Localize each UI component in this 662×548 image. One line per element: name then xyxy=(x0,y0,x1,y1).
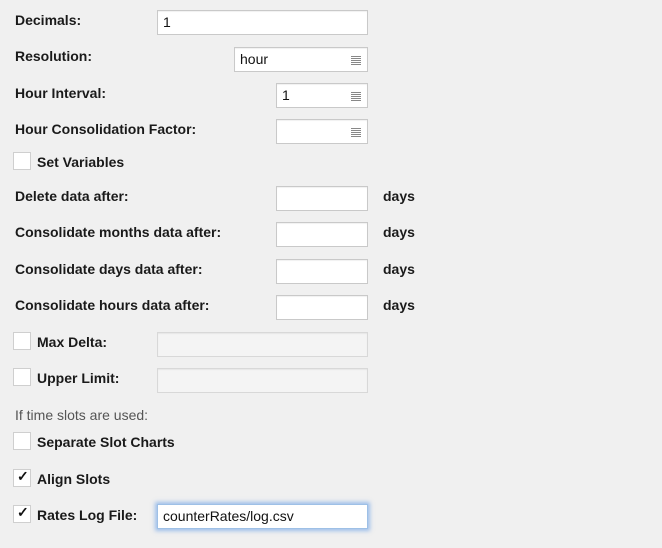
hour-interval-label: Hour Interval: xyxy=(15,85,107,101)
consolidate-months-row: Consolidate months data after: days xyxy=(0,221,662,247)
consolidate-days-row: Consolidate days data after: days xyxy=(0,258,662,284)
resolution-label: Resolution: xyxy=(15,48,92,64)
set-variables-label: Set Variables xyxy=(37,154,125,170)
max-delta-checkbox[interactable] xyxy=(13,332,31,350)
upper-limit-input[interactable] xyxy=(157,368,368,393)
rates-log-file-label: Rates Log File: xyxy=(37,507,138,523)
separate-slot-charts-row: Separate Slot Charts xyxy=(0,431,662,457)
checkmark-icon: ✓ xyxy=(17,504,29,520)
resolution-value: hour xyxy=(240,51,269,67)
consolidate-days-input[interactable] xyxy=(276,259,368,284)
consolidate-months-label: Consolidate months data after: xyxy=(15,224,222,240)
hour-interval-value: 1 xyxy=(282,87,290,103)
delete-data-unit: days xyxy=(383,188,415,204)
consolidate-hours-unit: days xyxy=(383,297,415,313)
decimals-row: Decimals: 1 xyxy=(0,9,662,35)
max-delta-input[interactable] xyxy=(157,332,368,357)
consolidate-days-label: Consolidate days data after: xyxy=(15,261,203,277)
delete-data-input[interactable] xyxy=(276,186,368,211)
hour-interval-select[interactable]: 1 xyxy=(276,83,368,108)
separate-slot-charts-label: Separate Slot Charts xyxy=(37,434,175,450)
upper-limit-row: Upper Limit: xyxy=(0,367,662,393)
delete-data-label: Delete data after: xyxy=(15,188,129,204)
decimals-input[interactable]: 1 xyxy=(157,10,368,35)
set-variables-checkbox[interactable] xyxy=(13,152,31,170)
upper-limit-checkbox[interactable] xyxy=(13,368,31,386)
delete-data-row: Delete data after: days xyxy=(0,185,662,211)
set-variables-row: Set Variables xyxy=(0,151,662,177)
select-lines-icon xyxy=(351,128,361,137)
max-delta-label: Max Delta: xyxy=(37,334,108,350)
consolidate-hours-row: Consolidate hours data after: days xyxy=(0,294,662,320)
decimals-label: Decimals: xyxy=(15,12,82,28)
time-slots-note: If time slots are used: xyxy=(15,407,149,423)
resolution-select[interactable]: hour xyxy=(234,47,368,72)
consolidate-months-unit: days xyxy=(383,224,415,240)
select-lines-icon xyxy=(351,56,361,65)
consolidate-months-input[interactable] xyxy=(276,222,368,247)
hour-consolidation-select[interactable] xyxy=(276,119,368,144)
rates-log-file-checkbox[interactable]: ✓ xyxy=(13,504,31,523)
separate-slot-charts-checkbox[interactable] xyxy=(13,432,31,450)
rates-log-file-input[interactable]: counterRates/log.csv xyxy=(157,504,368,529)
hour-interval-row: Hour Interval: 1 xyxy=(0,82,662,108)
upper-limit-label: Upper Limit: xyxy=(37,370,120,386)
consolidate-days-unit: days xyxy=(383,261,415,277)
max-delta-row: Max Delta: xyxy=(0,331,662,357)
align-slots-row: ✓ Align Slots xyxy=(0,468,662,494)
consolidate-hours-input[interactable] xyxy=(276,295,368,320)
consolidate-hours-label: Consolidate hours data after: xyxy=(15,297,210,313)
hour-consolidation-label: Hour Consolidation Factor: xyxy=(15,121,197,137)
align-slots-checkbox[interactable]: ✓ xyxy=(13,468,31,487)
checkmark-icon: ✓ xyxy=(17,468,29,484)
align-slots-label: Align Slots xyxy=(37,471,111,487)
select-lines-icon xyxy=(351,92,361,101)
hour-consolidation-row: Hour Consolidation Factor: xyxy=(0,118,662,144)
rates-log-file-row: ✓ Rates Log File: counterRates/log.csv xyxy=(0,504,662,530)
resolution-row: Resolution: hour xyxy=(0,45,662,72)
